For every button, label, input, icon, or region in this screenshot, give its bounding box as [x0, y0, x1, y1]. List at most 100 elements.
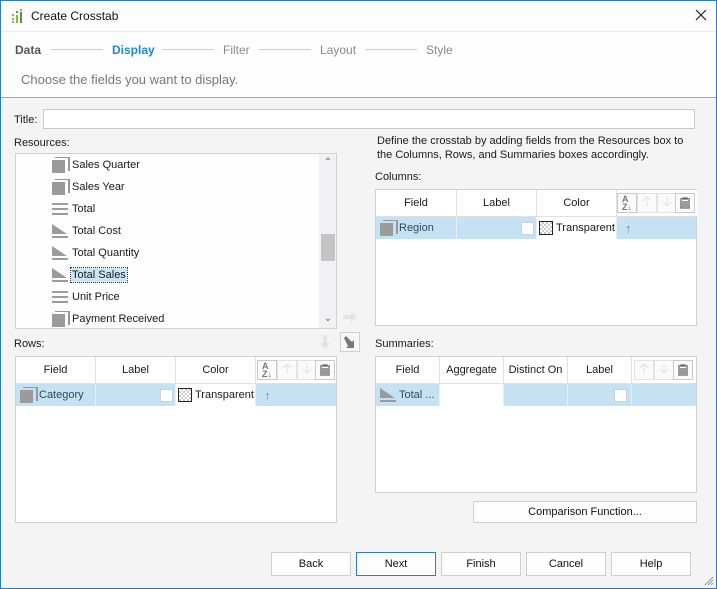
column-header-distinct-on: Distinct On: [504, 357, 568, 384]
resize-grip-icon[interactable]: [704, 576, 714, 586]
sort-az-icon: A Z↓: [622, 194, 632, 212]
field-cell: Region: [376, 217, 457, 239]
move-down-button[interactable]: 🡣: [297, 360, 317, 380]
label-cell: [96, 384, 176, 406]
aggregation-field-icon: [52, 223, 68, 239]
finish-button[interactable]: Finish: [441, 552, 521, 576]
create-crosstab-dialog: Create Crosstab Data Display Filter Layo…: [0, 0, 717, 589]
cancel-button[interactable]: Cancel: [526, 552, 606, 576]
resource-item[interactable]: Sales Year: [52, 177, 126, 197]
add-to-summaries-button[interactable]: [340, 332, 360, 352]
close-icon[interactable]: [693, 7, 709, 23]
resources-label: Resources:: [14, 137, 70, 149]
columns-row[interactable]: Region Transparent ↑: [376, 217, 696, 239]
resource-item[interactable]: Unit Price: [52, 287, 121, 307]
resources-scrollbar[interactable]: ⌃ ⌄: [319, 154, 336, 328]
column-header-color: Color: [537, 190, 617, 217]
add-to-rows-button[interactable]: [315, 332, 335, 352]
move-down-button[interactable]: 🡣: [657, 193, 677, 213]
aggregation-field-icon: [380, 387, 396, 403]
label-checkbox[interactable]: [614, 388, 627, 402]
aggregate-cell[interactable]: [440, 384, 504, 406]
wizard-subtitle: Choose the fields you want to display.: [21, 72, 239, 87]
field-cell: Total ...: [376, 384, 440, 406]
step-layout[interactable]: Layout: [320, 43, 356, 57]
columns-toolbar: A Z↓ 🡡 🡣: [617, 190, 697, 217]
comparison-function-button[interactable]: Comparison Function...: [473, 501, 697, 523]
label-checkbox[interactable]: [521, 221, 534, 235]
move-up-button[interactable]: 🡡: [634, 360, 654, 380]
trash-icon: [678, 364, 688, 376]
field-cell: Category: [16, 384, 96, 406]
move-down-icon: 🡣: [658, 360, 670, 376]
summaries-row[interactable]: Total ...: [376, 384, 696, 406]
resource-item-label: Sales Year: [72, 181, 125, 193]
sort-button[interactable]: A Z↓: [617, 193, 637, 213]
scroll-thumb[interactable]: [321, 234, 335, 261]
step-display[interactable]: Display: [112, 43, 155, 57]
help-button[interactable]: Help: [611, 552, 691, 576]
title-input[interactable]: [43, 109, 695, 129]
resources-list[interactable]: Payment Received Unit Price Total Sales Tot…: [15, 153, 337, 329]
resource-item-label: Payment Received: [72, 313, 165, 325]
next-button[interactable]: Next: [356, 552, 436, 576]
resource-item[interactable]: Total Quantity: [52, 243, 140, 263]
resource-item[interactable]: Payment Received: [52, 309, 165, 328]
resource-item[interactable]: Total: [52, 199, 96, 219]
delete-button[interactable]: [673, 360, 693, 380]
instructions-text: Define the crosstab by adding fields fro…: [377, 135, 684, 161]
rows-grid: Field Label Color A Z↓ 🡡 🡣 Category Trans…: [15, 356, 337, 523]
window-title: Create Crosstab: [31, 9, 119, 23]
distinct-on-cell[interactable]: [504, 384, 568, 406]
column-header-field: Field: [376, 190, 457, 217]
color-cell[interactable]: Transparent: [537, 217, 617, 239]
step-divider: [365, 49, 417, 50]
column-header-field: Field: [376, 357, 440, 384]
step-data[interactable]: Data: [15, 43, 41, 57]
arrow-right-icon: [343, 311, 357, 323]
title-bar: Create Crosstab: [1, 1, 716, 32]
column-header-label: Label: [568, 357, 632, 384]
step-filter[interactable]: Filter: [223, 43, 250, 57]
label-checkbox[interactable]: [160, 388, 173, 402]
resource-item[interactable]: Total Cost: [52, 221, 122, 241]
add-to-columns-button[interactable]: [340, 307, 360, 327]
delete-button[interactable]: [675, 193, 695, 213]
move-up-button[interactable]: 🡡: [277, 360, 297, 380]
step-divider: [51, 49, 103, 50]
back-button[interactable]: Back: [271, 552, 351, 576]
scroll-up-icon[interactable]: ⌃: [323, 158, 333, 168]
detail-field-icon: [52, 289, 68, 305]
group-field-icon: [380, 220, 398, 236]
move-up-button[interactable]: 🡡: [637, 193, 657, 213]
wizard-header: Data Display Filter Layout Style Choose …: [1, 32, 716, 98]
step-divider: [162, 49, 214, 50]
group-field-icon: [20, 387, 38, 403]
scroll-down-icon[interactable]: ⌄: [323, 314, 333, 324]
sort-button[interactable]: A Z↓: [257, 360, 277, 380]
column-header-label: Label: [457, 190, 537, 217]
step-style[interactable]: Style: [426, 43, 453, 57]
trash-icon: [680, 197, 690, 209]
empty-cell: [632, 384, 696, 406]
move-down-button[interactable]: 🡣: [654, 360, 674, 380]
detail-field-icon: [52, 201, 68, 217]
resource-item-label: Unit Price: [72, 291, 120, 303]
group-field-icon: [52, 311, 70, 327]
label-cell: [457, 217, 537, 239]
group-field-icon: [52, 179, 70, 195]
color-cell[interactable]: Transparent: [176, 384, 256, 406]
resource-item[interactable]: Sales Quarter: [52, 155, 141, 175]
column-header-field: Field: [16, 357, 96, 384]
delete-button[interactable]: [315, 360, 335, 380]
resource-item-label: Total Sales: [70, 267, 128, 283]
rows-row[interactable]: Category Transparent ↑: [16, 384, 336, 406]
move-down-icon: 🡣: [661, 193, 673, 209]
sort-cell[interactable]: ↑: [617, 217, 697, 239]
aggregation-field-icon: [52, 267, 68, 283]
resource-item[interactable]: Total Sales: [52, 265, 128, 285]
move-up-icon: 🡡: [638, 360, 650, 376]
column-header-label: Label: [96, 357, 176, 384]
sort-cell[interactable]: ↑: [256, 384, 336, 406]
move-down-icon: 🡣: [301, 360, 313, 376]
